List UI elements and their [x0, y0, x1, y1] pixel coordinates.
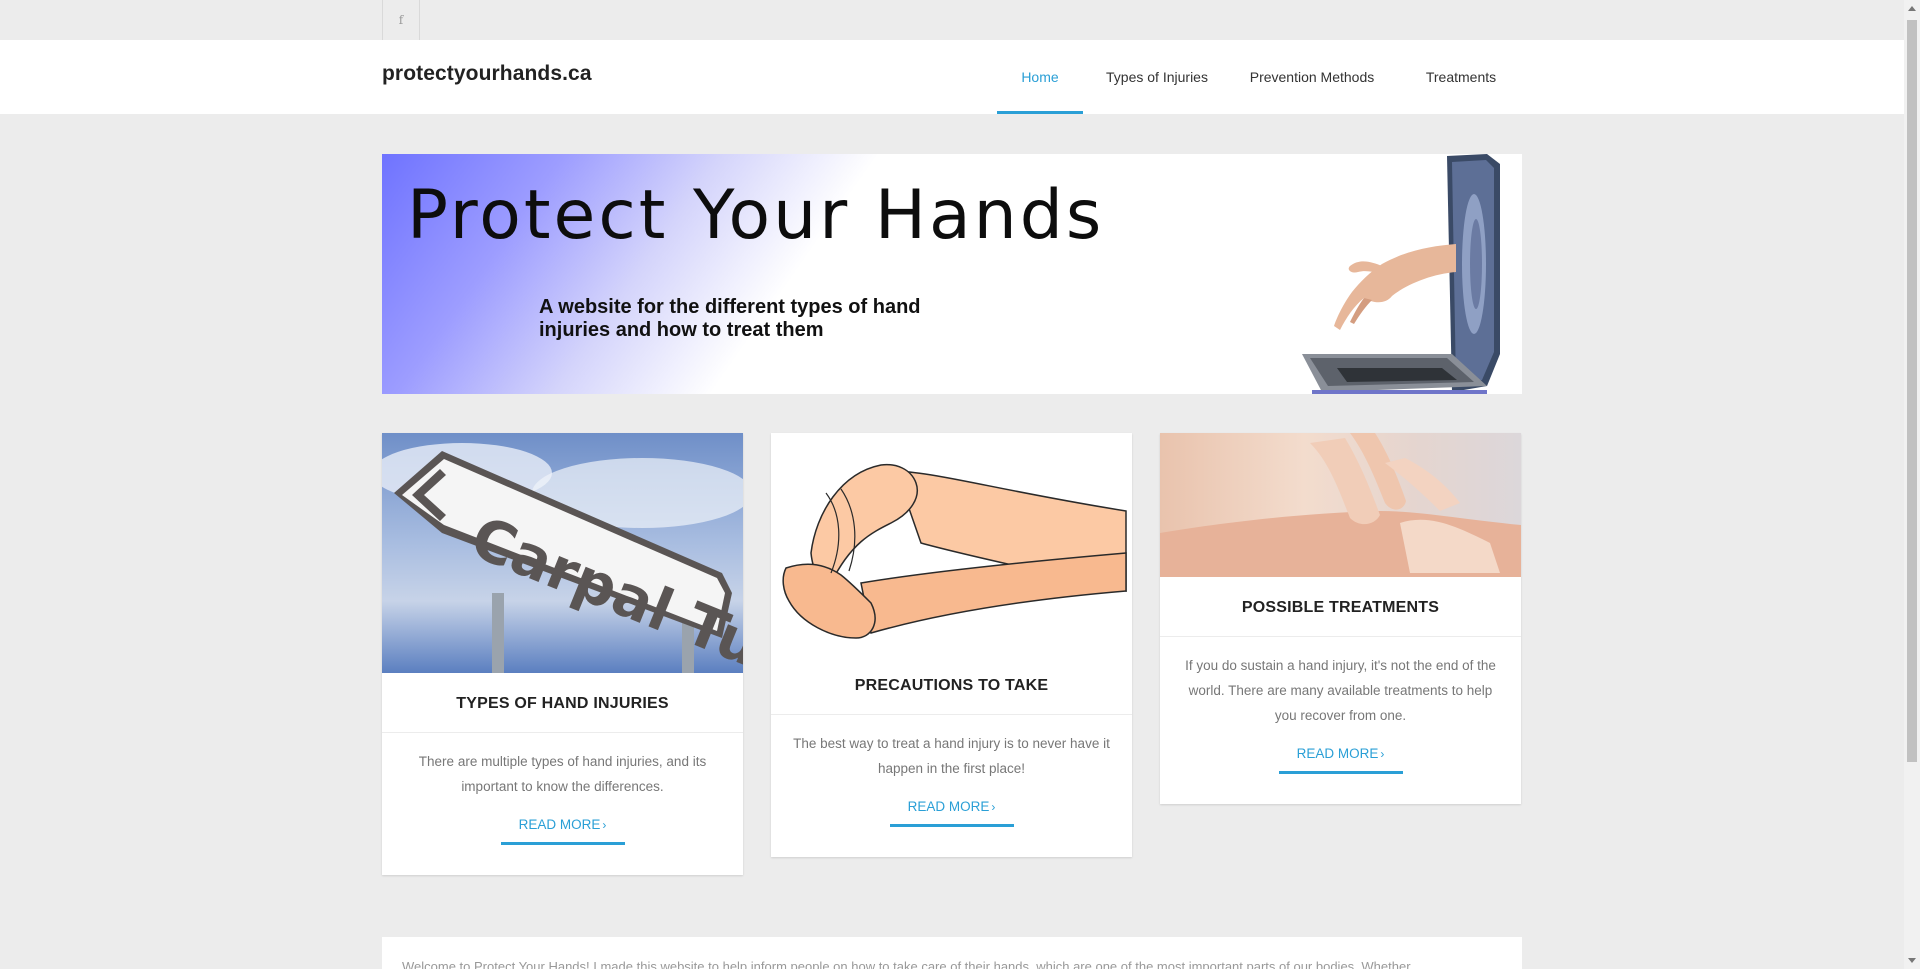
- card-precautions-to-take: PRECAUTIONS TO TAKE The best way to trea…: [771, 433, 1132, 857]
- hero-banner: Protect Your Hands A website for the dif…: [382, 154, 1522, 394]
- intro-text: Welcome to Protect Your Hands! I made th…: [402, 959, 1411, 969]
- site-header: protectyourhands.ca Home Types of Injuri…: [0, 40, 1904, 114]
- chevron-right-icon: ›: [1380, 747, 1385, 761]
- card-description: There are multiple types of hand injurie…: [418, 754, 707, 794]
- facebook-icon[interactable]: f: [382, 0, 420, 40]
- read-more-label: READ MORE: [907, 799, 990, 814]
- intro-section: Welcome to Protect Your Hands! I made th…: [382, 937, 1522, 969]
- card-possible-treatments: POSSIBLE TREATMENTS If you do sustain a …: [1160, 433, 1521, 804]
- banner-subtitle: A website for the different types of han…: [539, 296, 921, 341]
- hand-massage-image: [1160, 433, 1521, 577]
- nav-prevention-methods[interactable]: Prevention Methods: [1245, 40, 1379, 114]
- card-description: If you do sustain a hand injury, it's no…: [1185, 658, 1496, 723]
- site-logo[interactable]: protectyourhands.ca: [382, 62, 592, 86]
- banner-title: Protect Your Hands: [407, 176, 1105, 255]
- read-more-label: READ MORE: [1296, 746, 1379, 761]
- page-scrollbar[interactable]: [1904, 0, 1920, 969]
- read-more-button[interactable]: READ MORE ›: [500, 815, 625, 845]
- scrollbar-thumb[interactable]: [1907, 20, 1917, 762]
- scroll-down-arrow-icon[interactable]: [1908, 958, 1916, 963]
- read-more-button[interactable]: READ MORE ›: [1278, 744, 1403, 774]
- read-more-label: READ MORE: [518, 817, 601, 832]
- nav-types-of-injuries[interactable]: Types of Injuries: [1100, 40, 1214, 114]
- facebook-glyph: f: [398, 13, 404, 27]
- laptop-hand-icon: [1302, 154, 1500, 394]
- chevron-right-icon: ›: [991, 800, 996, 814]
- card-title: TYPES OF HAND INJURIES: [382, 673, 743, 733]
- carpal-tunnel-sign-image: Carpal Tunnel: [382, 433, 743, 673]
- social-bar: f: [0, 0, 1904, 40]
- card-description: The best way to treat a hand injury is t…: [793, 736, 1110, 776]
- nav-treatments[interactable]: Treatments: [1420, 40, 1502, 114]
- chevron-right-icon: ›: [602, 818, 607, 832]
- card-title: PRECAUTIONS TO TAKE: [771, 655, 1132, 715]
- nav-home[interactable]: Home: [997, 40, 1083, 114]
- read-more-button[interactable]: READ MORE ›: [889, 797, 1014, 827]
- scroll-up-arrow-icon[interactable]: [1908, 6, 1916, 11]
- card-title: POSSIBLE TREATMENTS: [1160, 577, 1521, 637]
- card-types-of-hand-injuries: Carpal Tunnel TYPES OF HAND INJURIES The…: [382, 433, 743, 875]
- wrist-stretch-image: [771, 433, 1132, 655]
